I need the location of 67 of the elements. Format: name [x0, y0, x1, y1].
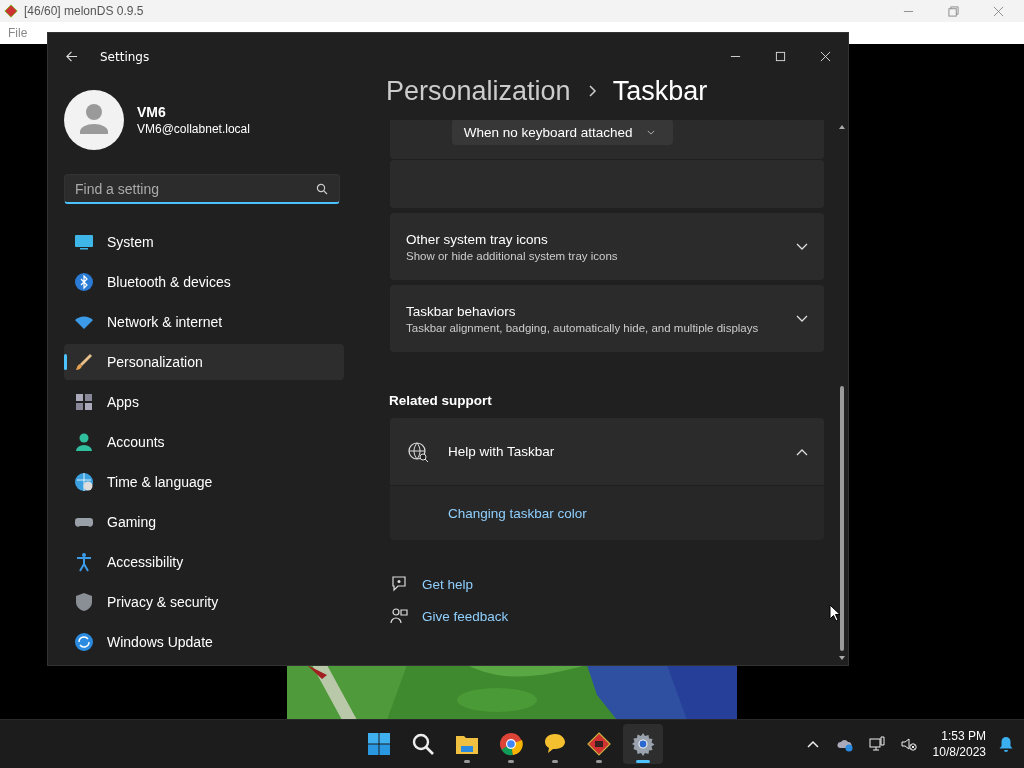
account-name: VM6	[137, 104, 167, 120]
nav-item[interactable]: Accessibility	[64, 544, 344, 580]
settings-icon	[631, 732, 655, 756]
nav-item[interactable]: Personalization	[64, 344, 344, 380]
monitor-icon	[74, 232, 94, 252]
breadcrumb-link[interactable]: Personalization	[386, 75, 571, 107]
diamond-icon	[587, 732, 611, 756]
bell-icon[interactable]	[998, 736, 1014, 752]
search-icon	[316, 183, 328, 195]
menu-item[interactable]: File	[8, 26, 28, 40]
nav-item[interactable]: Apps	[64, 384, 344, 420]
avatar-icon	[64, 90, 124, 150]
card-title: Help with Taskbar	[448, 444, 556, 459]
page-title: Taskbar	[612, 75, 708, 107]
taskbar-button[interactable]	[623, 724, 663, 764]
expander-card[interactable]: Other system tray icons Show or hide additional system tray icons	[390, 213, 825, 280]
scroll-up-arrow-icon[interactable]	[838, 124, 847, 130]
window-title: Settings	[100, 49, 150, 64]
scroll-down-arrow-icon[interactable]	[838, 655, 847, 661]
window-title: [46/60] melonDS 0.9.5	[24, 4, 144, 18]
help-link[interactable]: Give feedback	[422, 608, 509, 624]
dropdown[interactable]: When no keyboard attached	[451, 120, 673, 145]
search-icon	[411, 732, 435, 756]
diamond-icon	[4, 4, 18, 18]
person-icon	[74, 432, 94, 452]
globe-search-icon	[407, 440, 429, 463]
date-text: 10/8/2023	[932, 744, 986, 760]
chevron-down-icon	[646, 129, 655, 135]
card-title: Taskbar behaviors	[406, 303, 517, 319]
search-field[interactable]: Find a setting	[64, 174, 340, 204]
mouse-cursor-icon	[829, 604, 841, 622]
nav-item[interactable]: Gaming	[64, 504, 344, 540]
maximize-icon[interactable]	[775, 51, 786, 62]
brush-icon	[74, 352, 94, 372]
nav-item[interactable]: System	[64, 224, 344, 260]
sync-icon	[74, 632, 94, 652]
nav-item[interactable]: Windows Update	[64, 624, 344, 660]
volume-muted-icon[interactable]	[900, 736, 917, 752]
nav-item[interactable]: Time & language	[64, 464, 344, 500]
browser-icon	[499, 732, 523, 756]
time-text: 1:53 PM	[941, 728, 986, 744]
chat-help-icon	[390, 575, 408, 593]
shield-icon	[74, 592, 94, 612]
back-arrow-icon[interactable]	[65, 50, 78, 63]
nav-item[interactable]: Network & internet	[64, 304, 344, 340]
chat-bubble-icon	[543, 732, 567, 756]
section-heading: Related support	[389, 393, 493, 408]
expander-card[interactable]: Taskbar behaviors Taskbar alignment, badging, automatically hide, and multiple displays	[390, 285, 825, 352]
nav-item[interactable]: Accounts	[64, 424, 344, 460]
apps-icon	[74, 392, 94, 412]
feedback-icon	[390, 607, 408, 625]
nav-item[interactable]: Privacy & security	[64, 584, 344, 620]
globe-clock-icon	[74, 472, 94, 492]
chevron-right-icon	[586, 84, 597, 98]
card-description: Taskbar alignment, badging, automatically hide, and multiple displays	[406, 321, 760, 334]
expander-card[interactable]: Help with Taskbar	[390, 418, 825, 485]
help-link[interactable]: Get help	[422, 576, 474, 592]
account-email: VM6@collabnet.local	[137, 122, 250, 136]
accessibility-icon	[74, 552, 94, 572]
card-title: Other system tray icons	[406, 231, 549, 247]
nav-item[interactable]: Bluetooth & devices	[64, 264, 344, 300]
network-icon[interactable]	[868, 736, 885, 752]
clock[interactable]: 1:53 PM 10/8/2023	[932, 728, 986, 760]
windows-logo-icon	[367, 732, 391, 756]
card-description: Show or hide additional system tray icons	[406, 249, 619, 262]
help-link[interactable]: Changing taskbar color	[448, 505, 587, 521]
bluetooth-icon	[74, 272, 94, 292]
